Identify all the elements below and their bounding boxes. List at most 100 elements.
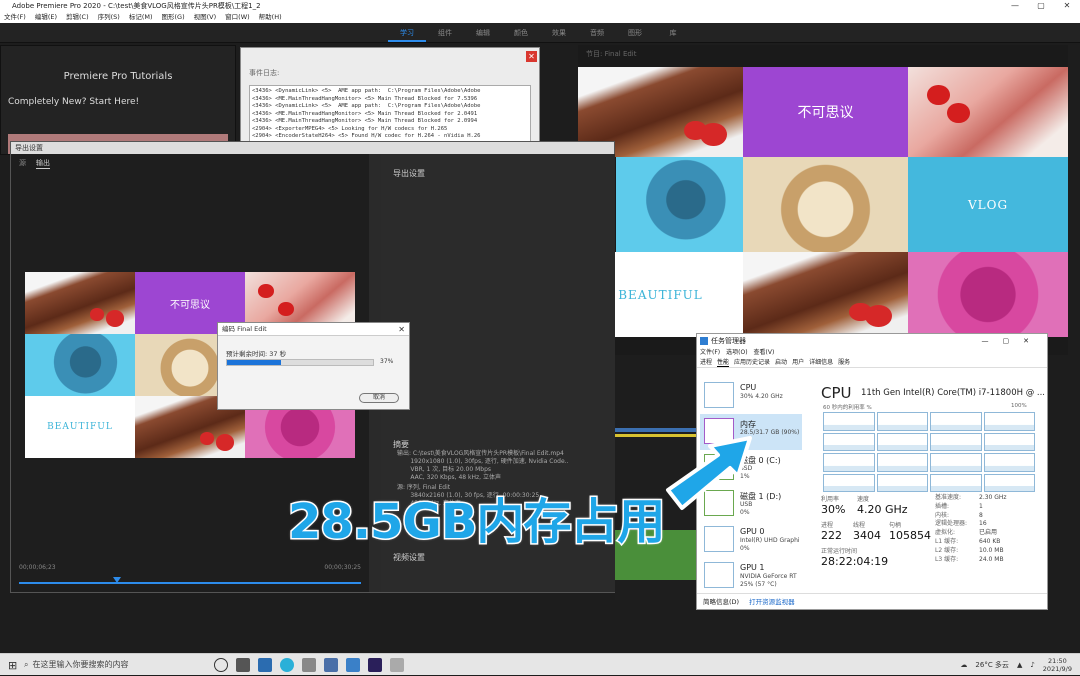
workspace-libraries[interactable]: 库: [654, 23, 692, 42]
menu-edit[interactable]: 编辑(E): [35, 12, 57, 23]
task-manager-taskbar-icon[interactable]: [390, 658, 404, 672]
progress-fill: [227, 360, 281, 365]
collage-text-2: VLOG: [908, 157, 1068, 252]
app-icon[interactable]: [346, 658, 360, 672]
windows-start-icon[interactable]: ⊞: [8, 659, 17, 672]
menu-help[interactable]: 帮助(H): [259, 12, 282, 23]
preview-text-3: BEAUTIFUL: [25, 396, 135, 458]
workspace-assembly[interactable]: 组件: [426, 23, 464, 42]
progress-bar: [226, 359, 374, 366]
resource-monitor-link[interactable]: 打开资源监视器: [749, 594, 795, 609]
menu-bar: 文件(F) 编辑(E) 剪辑(C) 序列(S) 标记(M) 图形(G) 视图(V…: [0, 12, 1080, 23]
menu-sequence[interactable]: 序列(S): [98, 12, 120, 23]
window-title-bar: Adobe Premiere Pro 2020 - C:\test\美食VLOG…: [0, 0, 1080, 12]
minimize-button[interactable]: —: [1002, 0, 1028, 12]
cpu-grid-max: 100%: [1011, 403, 1027, 409]
tab-app-history[interactable]: 应用历史记录: [734, 358, 770, 367]
window-title: Adobe Premiere Pro 2020 - C:\test\美食VLOG…: [12, 2, 261, 10]
progress-percent: 37%: [380, 358, 393, 365]
tab-details[interactable]: 详细信息: [809, 358, 833, 367]
perf-item-gpu1[interactable]: GPU 1NVIDIA GeForce RT25% (57 °C): [700, 558, 802, 594]
workspace-effects[interactable]: 效果: [540, 23, 578, 42]
weather-text[interactable]: 26°C 多云: [975, 660, 1009, 670]
menu-file[interactable]: 文件(F): [4, 12, 26, 23]
task-manager-title: 任务管理器: [711, 337, 746, 345]
remaining-time: 预计剩余时间: 37 秒: [226, 348, 286, 358]
workspace-learn[interactable]: 学习: [388, 23, 426, 42]
tm-menu-view[interactable]: 查看(V): [754, 348, 775, 358]
task-view-icon[interactable]: [236, 658, 250, 672]
photos-icon[interactable]: [324, 658, 338, 672]
cancel-button[interactable]: 取消: [359, 393, 399, 403]
close-icon[interactable]: ✕: [398, 323, 405, 336]
maximize-button[interactable]: ▢: [1028, 0, 1054, 12]
encoding-progress-dialog: 编码 Final Edit ✕ 预计剩余时间: 37 秒 37% 取消: [217, 322, 410, 410]
tab-startup[interactable]: 启动: [775, 358, 787, 367]
taskbar-apps: [214, 658, 404, 672]
scrub-bar[interactable]: [19, 582, 361, 584]
playhead-icon[interactable]: [113, 577, 121, 583]
cpu-details: 基准速度:2.30 GHz 插槽:1 内核:8 逻辑处理器:16 虚拟化:已启用…: [935, 494, 1007, 564]
tab-output[interactable]: 输出: [36, 158, 50, 169]
taskbar: ⊞ ⌕在这里输入你要搜索的内容 ☁ 26°C 多云 ▲ ♪ 21:502021/…: [0, 653, 1080, 675]
menu-window[interactable]: 窗口(W): [225, 12, 250, 23]
menu-view[interactable]: 视图(V): [194, 12, 217, 23]
perf-item-cpu[interactable]: CPU30% 4.20 GHz: [700, 378, 802, 414]
menu-clip[interactable]: 剪辑(C): [66, 12, 89, 23]
tab-processes[interactable]: 进程: [700, 358, 712, 367]
cpu-heading: CPU: [821, 384, 852, 402]
window-controls[interactable]: —▢✕: [982, 334, 1043, 348]
volume-icon[interactable]: ♪: [1030, 661, 1034, 669]
program-collage: 不可思议 VLOG BEAUTIFUL: [578, 67, 1068, 337]
edge-icon[interactable]: [280, 658, 294, 672]
export-dialog-title: 导出设置: [11, 142, 614, 154]
taskbar-search[interactable]: ⌕在这里输入你要搜索的内容: [24, 654, 204, 676]
menu-graphics[interactable]: 图形(G): [162, 12, 185, 23]
workspace-editing[interactable]: 编辑: [464, 23, 502, 42]
workspace-color[interactable]: 颜色: [502, 23, 540, 42]
event-log-label: 事件日志:: [249, 68, 279, 78]
close-icon[interactable]: ✕: [526, 51, 537, 62]
timecode-start: 00;00;06;23: [19, 564, 56, 571]
search-placeholder: 在这里输入你要搜索的内容: [32, 654, 128, 676]
program-label: 节目: Final Edit: [586, 49, 637, 59]
task-manager-icon: [700, 337, 708, 345]
progress-title: 编码 Final Edit: [222, 325, 267, 333]
system-tray: ☁ 26°C 多云 ▲ ♪ 21:502021/9/9: [960, 654, 1072, 676]
tab-services[interactable]: 服务: [838, 358, 850, 367]
explorer-icon[interactable]: [258, 658, 272, 672]
tutorials-title: Premiere Pro Tutorials: [1, 71, 235, 82]
workspace-bar: 学习 组件 编辑 颜色 效果 音频 图形 库: [0, 23, 1080, 43]
program-monitor: 节目: Final Edit 不可思议 VLOG BEAUTIFUL: [578, 45, 1068, 355]
video-settings-heading: 视频设置: [393, 552, 425, 563]
workspace-graphics[interactable]: 图形: [616, 23, 654, 42]
tab-source[interactable]: 源: [19, 158, 26, 169]
search-icon: ⌕: [24, 654, 28, 676]
close-button[interactable]: ✕: [1054, 0, 1080, 12]
export-settings-heading: 导出设置: [393, 168, 425, 179]
workspace-audio[interactable]: 音频: [578, 23, 616, 42]
paint-icon[interactable]: [302, 658, 316, 672]
tab-users[interactable]: 用户: [792, 358, 804, 367]
tm-menu-options[interactable]: 选项(O): [726, 348, 747, 358]
cpu-grid-label: 60 秒内的利用率 %: [823, 403, 872, 411]
arrow-icon: [660, 410, 780, 520]
premiere-icon[interactable]: [368, 658, 382, 672]
summary-heading: 摘要: [393, 439, 409, 450]
brief-info-button[interactable]: 简略信息(D): [703, 594, 739, 609]
cpu-core-graphs: [823, 412, 1035, 492]
tab-performance[interactable]: 性能: [717, 358, 729, 367]
perf-item-gpu0[interactable]: GPU 0Intel(R) UHD Graphi0%: [700, 522, 802, 558]
tm-menu-file[interactable]: 文件(F): [700, 348, 720, 358]
weather-icon: ☁: [960, 661, 967, 669]
cpu-model: 11th Gen Intel(R) Core(TM) i7-11800H @ .…: [861, 388, 1045, 398]
network-icon[interactable]: ▲: [1017, 661, 1022, 669]
task-manager-footer: 简略信息(D) 打开资源监视器: [697, 593, 1047, 609]
menu-marker[interactable]: 标记(M): [129, 12, 153, 23]
cortana-icon[interactable]: [214, 658, 228, 672]
summary-output: 输出: C:\test\美食VLOG风格宣传片头PR模板\Final Edit.…: [397, 450, 568, 482]
overlay-caption: 28.5GB内存占用: [288, 482, 664, 552]
tutorials-panel: Premiere Pro Tutorials Completely New? S…: [0, 45, 236, 155]
clock[interactable]: 21:502021/9/9: [1043, 657, 1072, 673]
tutorials-subtitle: Completely New? Start Here!: [8, 97, 235, 107]
